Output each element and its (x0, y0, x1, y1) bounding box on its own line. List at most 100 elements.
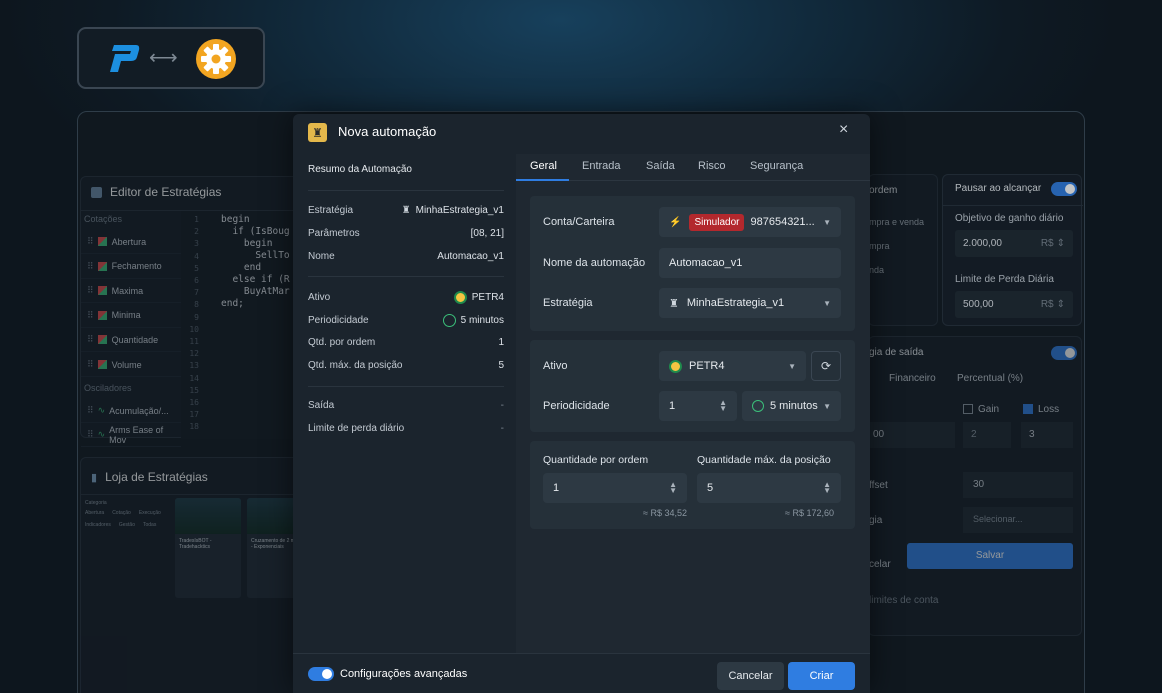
strategy-editor-panel: Editor de Estratégias Cotações ⠿ Abertura… (80, 176, 301, 447)
summary-row-maxpos: Qtd. máx. da posição 5 (308, 360, 504, 371)
summary-row-params: Parâmetros [08, 21] (308, 228, 504, 239)
line-number: 11 (189, 337, 199, 347)
line-number: 1 (194, 215, 199, 224)
line-number: 10 (189, 324, 199, 334)
code-line[interactable]: if (IsBoug (221, 226, 289, 238)
drag-handle-icon[interactable]: ⠿ (87, 310, 94, 321)
store-filter[interactable]: Todas (143, 522, 156, 528)
loss-limit-input[interactable]: 500,00 R$ ⇕ (955, 291, 1073, 318)
line-number: 14 (189, 373, 199, 383)
petrobras-icon (669, 359, 682, 373)
editor-item[interactable]: ⠿ Quantidade (81, 328, 181, 353)
line-number: 3 (194, 239, 199, 249)
loss-limit-label: Limite de Perda Diária (955, 274, 1054, 285)
asset-select[interactable]: PETR4 ▼ (659, 351, 806, 381)
editor-item[interactable]: ⠿ Minima (81, 304, 181, 328)
profit-p-logo (110, 45, 140, 72)
period-unit-select[interactable]: 5 minutos ▼ (742, 391, 841, 421)
form-panel: Geral Entrada Saída Risco Segurança Cont… (516, 154, 870, 653)
qty-stepper[interactable]: 1 ▲ ▼ (543, 473, 687, 503)
store-card[interactable]: TradesIsBOT - Tradehacktics (175, 498, 241, 598)
editor-item-osc[interactable]: ⠿ ∿ Arms Ease of Mov (81, 423, 181, 447)
line-number: 7 (194, 288, 199, 298)
strategy-label: Estratégia (543, 297, 593, 309)
store-filter[interactable]: Cotação (112, 510, 131, 516)
drag-handle-icon[interactable]: ⠿ (87, 359, 94, 370)
store-filter[interactable]: Gestão (119, 522, 135, 528)
summary-row-name: Nome Automacao_v1 (308, 251, 504, 262)
simulator-badge: Simulador (689, 213, 745, 231)
editor-item[interactable]: ⠿ Fechamento (81, 255, 181, 279)
store-filter[interactable]: Abertura (85, 510, 104, 516)
summary-row-period: Periodicidade 5 minutos (308, 314, 504, 327)
strategy-select[interactable]: ♜ MinhaEstrategia_v1 ▼ (659, 288, 841, 318)
code-line[interactable]: BuyAtMar (221, 286, 290, 298)
summary-panel: Resumo da Automação Estratégia ♜ MinhaEstr… (293, 154, 516, 653)
close-icon[interactable]: × (839, 121, 848, 139)
code-line[interactable]: SellTo (221, 250, 289, 262)
stepper-icon: ▲ ▼ (719, 398, 727, 413)
candle-icon (97, 360, 107, 369)
drag-handle-icon[interactable]: ⠿ (87, 261, 94, 272)
store-category: Categoria (85, 500, 107, 506)
tab-risco[interactable]: Risco (698, 160, 726, 172)
exit-strategy-panel: gia de saída Financeiro Percentual (%) G… (868, 336, 1082, 636)
gain-goal-input[interactable]: 2.000,00 R$ ⇕ (955, 230, 1073, 257)
editor-item[interactable]: ⠿ Volume (81, 353, 181, 377)
asset-section: Ativo PETR4 ▼ ⟳ Periodicidade 1 ▲ ▼ 5 minu… (530, 340, 855, 432)
maxpos-stepper[interactable]: 5 ▲ ▼ (697, 473, 841, 503)
store-filter[interactable]: Execução (139, 510, 161, 516)
drag-handle-icon[interactable]: ⠿ (87, 236, 94, 247)
cancel-button[interactable]: Cancelar (717, 662, 784, 690)
strategy-icon: ♜ (401, 205, 411, 216)
stepper-icon: ▲ ▼ (823, 480, 831, 495)
account-select[interactable]: ⚡ Simulador 987654321... ▼ (659, 207, 841, 237)
line-number: 13 (189, 361, 199, 371)
refresh-icon[interactable]: ⟳ (811, 351, 841, 381)
stepper-icon: ▲ ▼ (669, 480, 677, 495)
line-number: 5 (194, 263, 199, 273)
robot-icon: ♜ (308, 123, 327, 142)
automation-name-input[interactable]: Automacao_v1 (659, 248, 841, 278)
editor-title: Editor de Estratégias (110, 185, 222, 199)
chevron-down-icon: ▼ (823, 401, 831, 411)
section-quotes: Cotações (84, 214, 123, 224)
create-button[interactable]: Criar (788, 662, 855, 690)
maxpos-estimate: ≈ R$ 172,60 (785, 508, 834, 518)
broker-icon: ⚡ (669, 216, 682, 228)
code-line[interactable]: end (221, 262, 290, 274)
code-line[interactable]: begin (221, 214, 290, 226)
double-arrow-icon: ⟷ (149, 47, 178, 69)
code-line[interactable]: begin (221, 238, 290, 250)
advanced-label: Configurações avançadas (340, 668, 468, 680)
chevron-down-icon: ▼ (823, 298, 831, 308)
chevron-down-icon: ▼ (788, 361, 796, 371)
pause-toggle[interactable] (1051, 182, 1077, 196)
lock-icon: ▮ (91, 471, 98, 484)
advanced-toggle[interactable] (308, 667, 334, 681)
summary-row-exit: Saída - (308, 400, 504, 411)
code-line[interactable]: else if (R (221, 274, 289, 286)
account-section: Conta/Carteira ⚡ Simulador 987654321... … (530, 196, 855, 331)
maxpos-label: Quantidade máx. da posição (697, 454, 831, 466)
drag-handle-icon[interactable]: ⠿ (87, 334, 94, 345)
editor-item[interactable]: ⠿ Abertura (81, 230, 181, 254)
tab-entrada[interactable]: Entrada (582, 160, 621, 172)
code-line[interactable]: end; (221, 298, 290, 310)
editor-item[interactable]: ⠿ Maxima (81, 279, 181, 304)
store-filter[interactable]: Indicadores (85, 522, 111, 528)
dialog-footer: Configurações avançadas Cancelar Criar (293, 653, 870, 693)
clock-icon (752, 400, 764, 412)
summary-title: Resumo da Automação (308, 164, 412, 175)
drag-handle-icon[interactable]: ⠿ (87, 285, 94, 296)
tab-saida[interactable]: Saída (646, 160, 675, 172)
save-button[interactable]: Salvar (907, 543, 1073, 569)
editor-item-osc[interactable]: ⠿ ∿ Acumulação/... (81, 399, 181, 423)
daily-limits-panel: Pausar ao alcançar Objetivo de ganho diá… (942, 174, 1083, 326)
tab-geral[interactable]: Geral (530, 160, 557, 172)
tab-seguranca[interactable]: Segurança (750, 160, 803, 172)
exit-toggle[interactable] (1051, 346, 1077, 360)
period-stepper[interactable]: 1 ▲ ▼ (659, 391, 737, 421)
order-type-panel: ordem mpra e venda mpra nda (868, 174, 938, 326)
candle-icon (97, 335, 107, 345)
